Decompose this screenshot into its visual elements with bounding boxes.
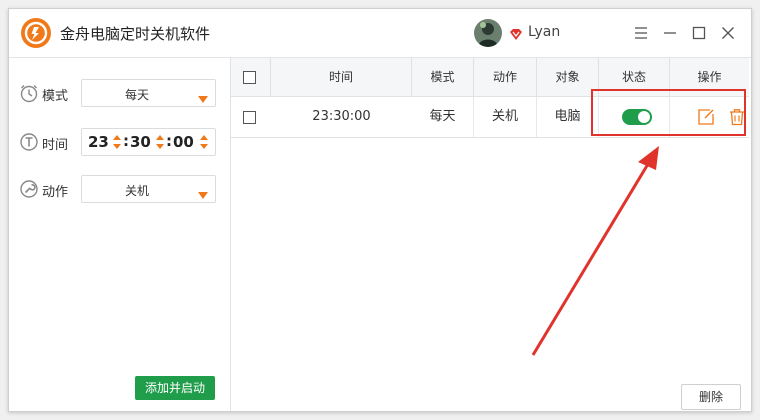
select-all-cell [231,58,271,96]
app-window: 金舟电脑定时关机软件 Lyan 模式 每天 时间 23: 30: 00 动作… [8,8,752,412]
row-checkbox-cell [231,97,271,137]
caret-down-icon [198,185,208,199]
table-row[interactable]: 23:30:00 每天 关机 电脑 [231,97,749,138]
add-and-start-button[interactable]: 添加并启动 [135,376,215,400]
close-icon[interactable] [718,23,738,43]
select-all-checkbox[interactable] [243,71,256,84]
maximize-icon[interactable] [689,23,709,43]
app-title: 金舟电脑定时关机软件 [60,25,211,43]
cell-target: 电脑 [537,97,599,137]
time-separator: : [166,132,172,150]
minute-stepper-icon[interactable] [156,134,164,150]
mode-row: 模式 每天 [19,79,219,107]
status-toggle[interactable] [622,109,652,125]
username[interactable]: Lyan [528,24,560,40]
edit-icon[interactable] [697,108,715,126]
cell-action: 关机 [474,97,537,137]
schedule-table: 时间 模式 动作 对象 状态 操作 23:30:00 每天 关机 电脑 删除 [231,58,751,411]
mode-label: 模式 [42,89,69,104]
delete-button[interactable]: 删除 [681,384,741,410]
caret-down-icon [198,89,208,103]
time-separator: : [123,132,129,150]
title-bar: 金舟电脑定时关机软件 Lyan [9,9,751,58]
mode-select-value: 每天 [124,88,149,102]
hour-field[interactable]: 23 [88,133,109,151]
hour-stepper-icon[interactable] [113,134,121,150]
cell-mode: 每天 [412,97,474,137]
avatar[interactable] [474,19,502,47]
time-label: 时间 [42,138,69,153]
column-header-mode: 模式 [412,58,474,96]
table-header: 时间 模式 动作 对象 状态 操作 [231,58,749,97]
mode-select[interactable]: 每天 [81,79,216,107]
minimize-icon[interactable] [660,23,680,43]
time-row: 时间 23 : 30 : 00 [19,128,219,156]
minute-field[interactable]: 30 [130,133,151,151]
app-logo-icon [21,18,51,48]
action-select[interactable]: 关机 [81,175,216,203]
column-header-target: 对象 [537,58,599,96]
wrench-icon [19,179,39,199]
column-header-action: 动作 [474,58,537,96]
menu-icon[interactable] [631,23,651,43]
action-row: 动作 关机 [19,175,219,203]
cell-time: 23:30:00 [312,109,371,124]
settings-panel: 模式 每天 时间 23 : 30: 00 动作 关机 添加并启动 [9,58,231,411]
time-input[interactable]: 23 : 30 : 00 [81,128,216,156]
second-field[interactable]: 00 [173,133,194,151]
timer-icon [19,132,39,152]
vip-diamond-icon [509,26,523,40]
clock-icon [19,83,39,103]
second-stepper-icon[interactable] [200,134,208,150]
action-label: 动作 [42,185,69,200]
row-checkbox[interactable] [243,111,256,124]
action-select-value: 关机 [124,184,149,198]
column-header-status: 状态 [599,58,670,96]
trash-icon[interactable] [728,108,746,126]
column-header-time: 时间 [271,58,412,96]
column-header-operations: 操作 [697,70,722,84]
toggle-knob [638,111,650,123]
